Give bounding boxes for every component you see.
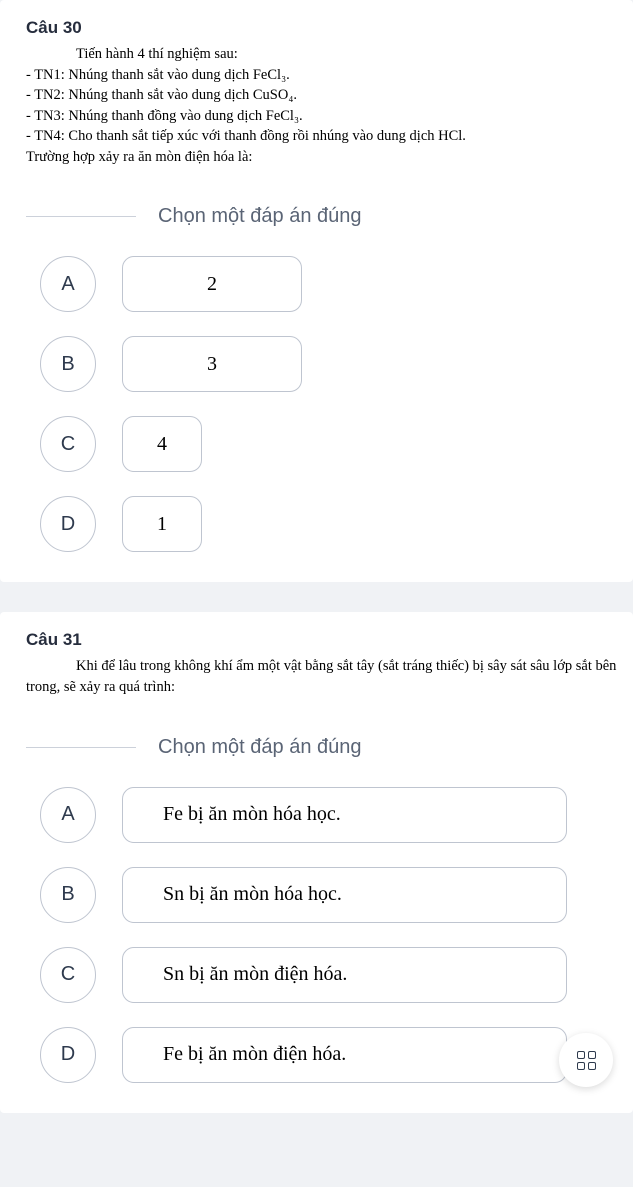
question-31-card: Câu 31 Khi để lâu trong không khí ẩm một…: [0, 612, 633, 1112]
question-body: Tiến hành 4 thí nghiệm sau: - TN1: Nhúng…: [26, 44, 623, 167]
grid-icon: [577, 1051, 596, 1070]
option-d[interactable]: D Fe bị ăn mòn điện hóa.: [40, 1027, 623, 1083]
option-letter: D: [40, 1027, 96, 1083]
choose-one-prompt: Chọn một đáp án đúng: [26, 736, 623, 759]
option-value: 2: [122, 256, 302, 312]
option-value: Sn bị ăn mòn điện hóa.: [122, 947, 567, 1003]
option-letter: B: [40, 867, 96, 923]
body-line: - TN2: Nhúng thanh sắt vào dung dịch CuS…: [26, 85, 623, 106]
question-title: Câu 31: [26, 630, 623, 650]
option-letter: A: [40, 787, 96, 843]
option-value: 1: [122, 496, 202, 552]
option-value: Fe bị ăn mòn hóa học.: [122, 787, 567, 843]
option-value: 3: [122, 336, 302, 392]
intro-line: Tiến hành 4 thí nghiệm sau:: [26, 44, 623, 65]
options-list: A Fe bị ăn mòn hóa học. B Sn bị ăn mòn h…: [26, 787, 623, 1083]
choose-one-prompt: Chọn một đáp án đúng: [26, 205, 623, 228]
option-c[interactable]: C Sn bị ăn mòn điện hóa.: [40, 947, 623, 1003]
body-line: - TN1: Nhúng thanh sắt vào dung dịch FeC…: [26, 65, 623, 86]
option-c[interactable]: C 4: [40, 416, 623, 472]
option-a[interactable]: A Fe bị ăn mòn hóa học.: [40, 787, 623, 843]
grid-menu-button[interactable]: [559, 1033, 613, 1087]
option-letter: C: [40, 947, 96, 1003]
body-line: - TN4: Cho thanh sắt tiếp xúc với thanh …: [26, 126, 623, 147]
option-d[interactable]: D 1: [40, 496, 623, 552]
option-letter: A: [40, 256, 96, 312]
option-letter: C: [40, 416, 96, 472]
options-list: A 2 B 3 C 4 D 1: [26, 256, 623, 552]
body-ask: Trường hợp xảy ra ăn mòn điện hóa là:: [26, 147, 623, 168]
option-b[interactable]: B 3: [40, 336, 623, 392]
option-b[interactable]: B Sn bị ăn mòn hóa học.: [40, 867, 623, 923]
body-line: - TN3: Nhúng thanh đồng vào dung dịch Fe…: [26, 106, 623, 127]
question-30-card: Câu 30 Tiến hành 4 thí nghiệm sau: - TN1…: [0, 0, 633, 582]
question-body: Khi để lâu trong không khí ẩm một vật bằ…: [26, 656, 623, 697]
option-letter: B: [40, 336, 96, 392]
question-title: Câu 30: [26, 18, 623, 38]
option-value: 4: [122, 416, 202, 472]
option-value: Fe bị ăn mòn điện hóa.: [122, 1027, 567, 1083]
option-letter: D: [40, 496, 96, 552]
option-value: Sn bị ăn mòn hóa học.: [122, 867, 567, 923]
option-a[interactable]: A 2: [40, 256, 623, 312]
